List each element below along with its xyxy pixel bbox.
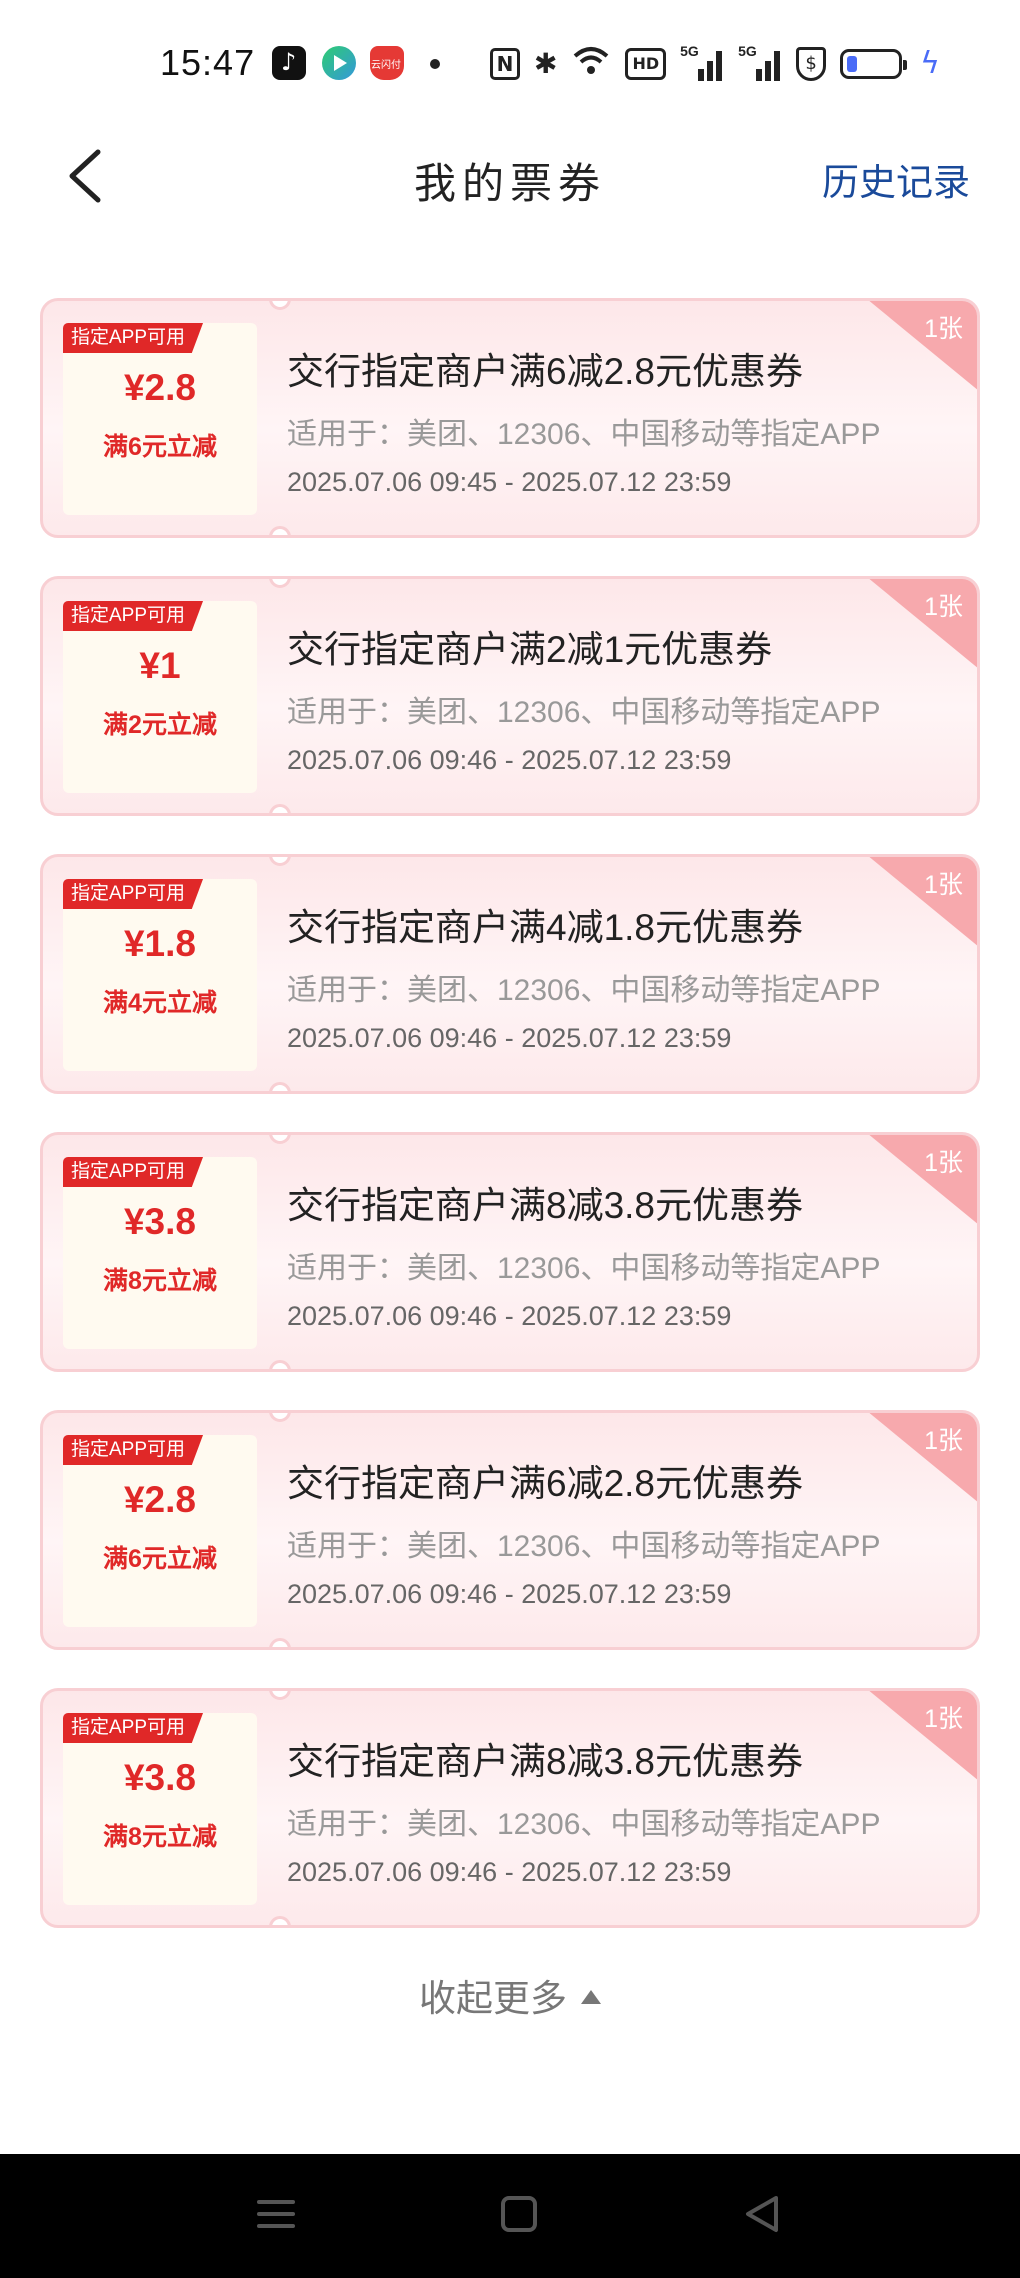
count-badge-text: 1张 [924, 1705, 963, 1733]
coupon-scope: 适用于：美团、12306、中国移动等指定APP [287, 1808, 881, 1841]
count-badge-text: 1张 [924, 315, 963, 343]
coupon-amount: ¥2.8 [123, 1479, 196, 1520]
collapse-more-label: 收起更多 [419, 1978, 567, 2019]
coupon-card[interactable]: 指定APP可用 ¥3.8 满8元立减 交行指定商户满8减3.8元优惠券 适用于：… [40, 1132, 980, 1372]
coupon-scope: 适用于：美团、12306、中国移动等指定APP [287, 696, 881, 729]
status-time: 15:47 [160, 42, 256, 83]
coupon-condition: 满6元立减 [103, 1545, 217, 1573]
coupon-stub: 指定APP可用 ¥3.8 满8元立减 [63, 1157, 257, 1349]
triangle-up-icon [581, 1990, 601, 2005]
coupon-title: 交行指定商户满6减2.8元优惠券 [287, 1463, 804, 1504]
coupon-validity: 2025.07.06 09:46 - 2025.07.12 23:59 [287, 1301, 732, 1331]
coupon-condition: 满8元立减 [103, 1267, 217, 1295]
bluetooth-icon: ✱ [534, 47, 558, 80]
ticket-notch [269, 804, 291, 813]
coupon-amount: ¥2.8 [123, 367, 196, 408]
coupon-condition: 满8元立减 [103, 1823, 217, 1851]
header: 我的票券 历史记录 [0, 120, 1020, 230]
coupon-tag: 指定APP可用 [63, 879, 204, 909]
ticket-notch [269, 857, 291, 866]
ticket-notch [269, 579, 291, 588]
coupon-card[interactable]: 指定APP可用 ¥3.8 满8元立减 交行指定商户满8减3.8元优惠券 适用于：… [40, 1688, 980, 1928]
coupon-stub: 指定APP可用 ¥1 满2元立减 [63, 601, 257, 793]
wifi-icon [571, 44, 611, 85]
coupon-amount: ¥3.8 [123, 1201, 196, 1242]
coupon-stub: 指定APP可用 ¥2.8 满6元立减 [63, 323, 257, 515]
collapse-more-button[interactable]: 收起更多 [0, 1968, 1020, 2022]
coupon-stub: 指定APP可用 ¥2.8 满6元立减 [63, 1435, 257, 1627]
system-nav-bar [0, 2154, 1020, 2278]
status-bar: 15:47 N ✱ HD 5G 5G $ ϟ [0, 0, 1020, 120]
nav-back-icon[interactable] [742, 2194, 782, 2234]
ticket-notch [269, 1082, 291, 1091]
count-badge-text: 1张 [924, 1149, 963, 1177]
coupon-validity: 2025.07.06 09:46 - 2025.07.12 23:59 [287, 1023, 732, 1053]
ticket-notch [269, 1135, 291, 1144]
coupon-card[interactable]: 指定APP可用 ¥2.8 满6元立减 交行指定商户满6减2.8元优惠券 适用于：… [40, 1410, 980, 1650]
coupon-tag: 指定APP可用 [63, 323, 204, 353]
notification-dot-icon [430, 59, 440, 69]
coupon-scope: 适用于：美团、12306、中国移动等指定APP [287, 1530, 881, 1563]
coupon-condition: 满4元立减 [103, 989, 217, 1017]
ticket-notch [269, 301, 291, 310]
signal-label-2: 5G [738, 43, 757, 59]
ticket-notch [269, 1360, 291, 1369]
coupon-title: 交行指定商户满4减1.8元优惠券 [287, 907, 804, 948]
coupon-stub: 指定APP可用 ¥1.8 满4元立减 [63, 879, 257, 1071]
coupon-stub: 指定APP可用 ¥3.8 满8元立减 [63, 1713, 257, 1905]
coupon-tag: 指定APP可用 [63, 1713, 204, 1743]
ticket-notch [269, 1638, 291, 1647]
menu-icon[interactable] [257, 2196, 295, 2232]
coupon-title: 交行指定商户满2减1元优惠券 [287, 629, 773, 670]
ticket-notch [269, 1916, 291, 1925]
coupon-amount: ¥3.8 [123, 1757, 196, 1798]
coupon-validity: 2025.07.06 09:45 - 2025.07.12 23:59 [287, 467, 732, 497]
video-app-icon [322, 46, 356, 80]
coupon-title: 交行指定商户满8减3.8元优惠券 [287, 1185, 804, 1226]
coupon-scope: 适用于：美团、12306、中国移动等指定APP [287, 418, 881, 451]
count-badge-text: 1张 [924, 1427, 963, 1455]
coupon-scope: 适用于：美团、12306、中国移动等指定APP [287, 1252, 881, 1285]
count-badge-text: 1张 [924, 593, 963, 621]
coupon-tag: 指定APP可用 [63, 1157, 204, 1187]
ticket-notch [269, 526, 291, 535]
tiktok-icon [272, 46, 306, 80]
shield-icon: $ [796, 47, 827, 81]
status-icons: N ✱ HD 5G 5G $ ϟ [490, 43, 940, 85]
coupon-card[interactable]: 指定APP可用 ¥2.8 满6元立减 交行指定商户满6减2.8元优惠券 适用于：… [40, 298, 980, 538]
coupon-card[interactable]: 指定APP可用 ¥1 满2元立减 交行指定商户满2减1元优惠券 适用于：美团、1… [40, 576, 980, 816]
coupon-amount: ¥1 [139, 645, 181, 686]
battery-icon [840, 49, 908, 79]
coupon-condition: 满2元立减 [103, 711, 217, 739]
nfc-icon: N [490, 48, 520, 80]
yunshanfu-icon [370, 46, 404, 80]
coupon-card[interactable]: 指定APP可用 ¥1.8 满4元立减 交行指定商户满4减1.8元优惠券 适用于：… [40, 854, 980, 1094]
signal-label: 5G [680, 43, 699, 59]
coupon-scope: 适用于：美团、12306、中国移动等指定APP [287, 974, 881, 1007]
charging-icon: ϟ [920, 46, 940, 81]
signal-5g-icon-2: 5G [738, 43, 782, 81]
coupon-validity: 2025.07.06 09:46 - 2025.07.12 23:59 [287, 1857, 732, 1887]
ticket-notch [269, 1413, 291, 1422]
coupon-title: 交行指定商户满6减2.8元优惠券 [287, 351, 804, 392]
coupon-amount: ¥1.8 [123, 923, 196, 964]
coupon-condition: 满6元立减 [103, 433, 217, 461]
ticket-notch [269, 1691, 291, 1700]
coupon-validity: 2025.07.06 09:46 - 2025.07.12 23:59 [287, 1579, 732, 1609]
signal-5g-icon: 5G [680, 43, 724, 81]
home-icon[interactable] [501, 2196, 537, 2232]
history-link[interactable]: 历史记录 [822, 152, 970, 206]
hd-icon: HD [625, 48, 667, 80]
coupon-validity: 2025.07.06 09:46 - 2025.07.12 23:59 [287, 745, 732, 775]
coupon-tag: 指定APP可用 [63, 601, 204, 631]
coupon-title: 交行指定商户满8减3.8元优惠券 [287, 1741, 804, 1782]
count-badge-text: 1张 [924, 871, 963, 899]
coupon-tag: 指定APP可用 [63, 1435, 204, 1465]
coupon-list: 指定APP可用 ¥2.8 满6元立减 交行指定商户满6减2.8元优惠券 适用于：… [40, 298, 980, 1966]
